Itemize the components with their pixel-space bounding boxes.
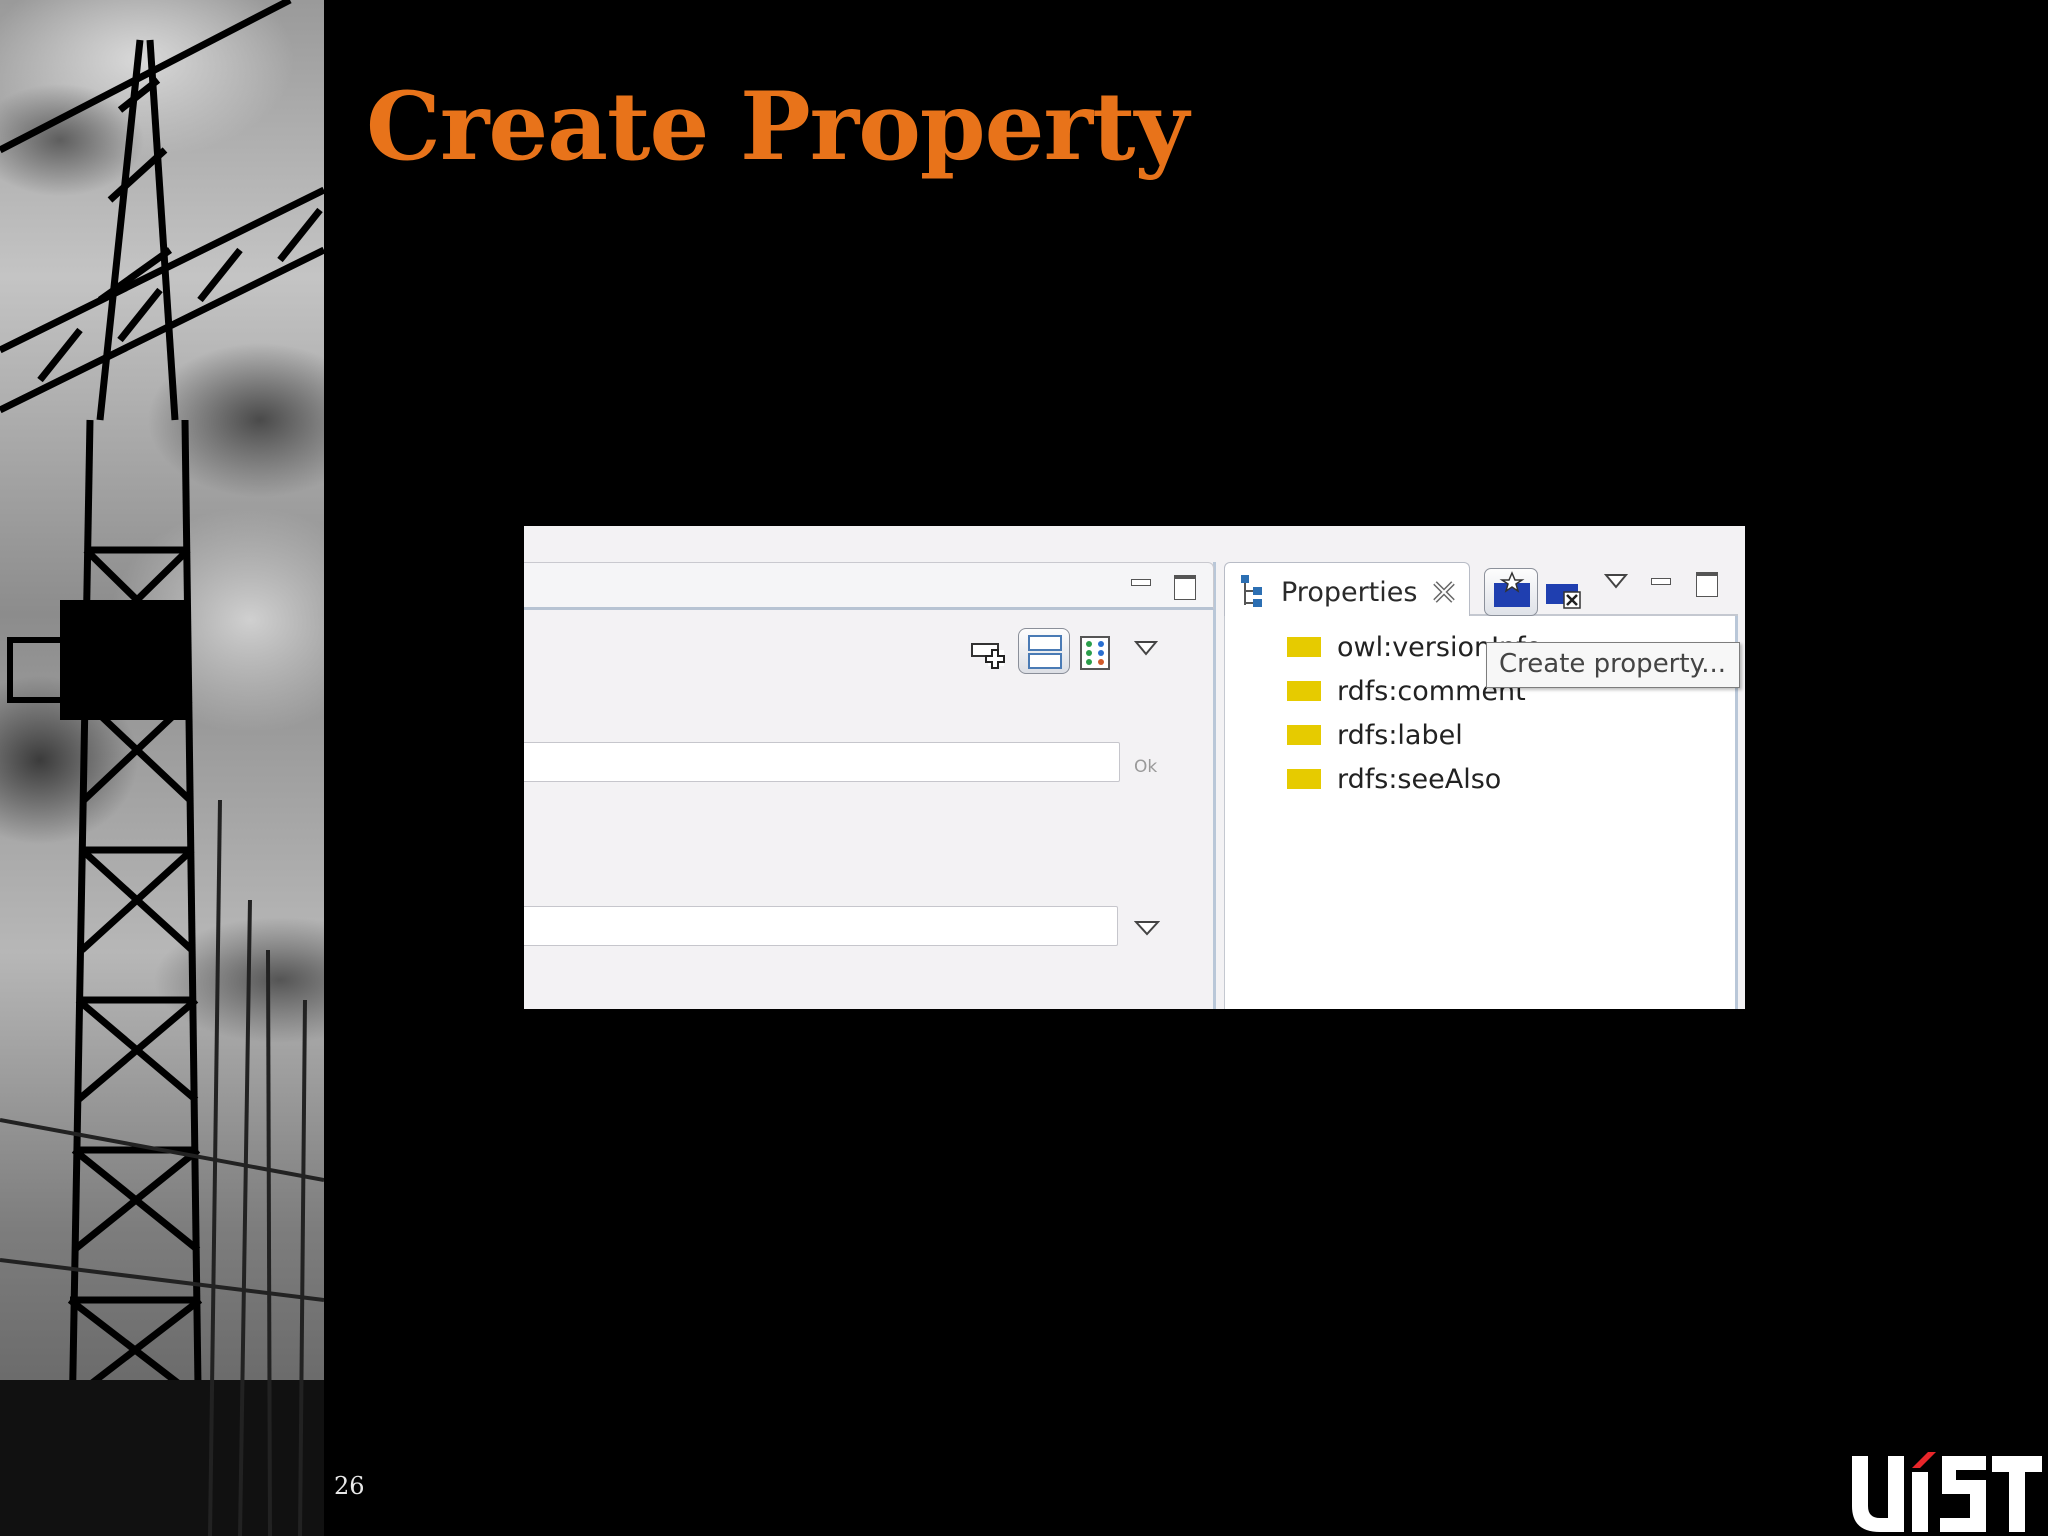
maximize-icon[interactable] <box>1694 570 1718 597</box>
layout-icon <box>1028 635 1062 669</box>
minimize-icon[interactable] <box>1128 569 1152 593</box>
view-menu-icon[interactable] <box>1133 638 1159 658</box>
create-property-icon <box>1494 571 1530 607</box>
logo-mark <box>1852 1452 2042 1532</box>
properties-tab-bar: Properties <box>1224 562 1738 618</box>
slide-title: Create Property <box>366 72 1189 182</box>
editor-toolbar <box>944 626 1204 676</box>
property-label: rdfs:label <box>1337 719 1463 751</box>
property-icon <box>1287 637 1321 657</box>
property-label: rdfs:seeAlso <box>1337 763 1502 795</box>
ok-hint[interactable]: Ok <box>1134 757 1157 777</box>
create-property-button[interactable] <box>1484 568 1538 616</box>
crane-photo <box>0 0 324 1536</box>
delete-property-button[interactable] <box>1544 576 1584 610</box>
dropdown-arrow-icon[interactable] <box>1133 918 1161 938</box>
close-icon[interactable] <box>1431 579 1457 605</box>
property-icon <box>1287 681 1321 701</box>
delete-property-icon <box>1546 584 1581 609</box>
screenshot-panel: Ok Properties owl:versionInfo rdfs:comme… <box>524 526 1745 1009</box>
list-item[interactable]: rdfs:seeAlso <box>1287 762 1501 796</box>
unist-logo <box>1846 1448 2046 1534</box>
property-icon <box>1287 769 1321 789</box>
maximize-icon[interactable] <box>1172 573 1196 600</box>
editor-header <box>524 562 1214 610</box>
property-icon <box>1287 725 1321 745</box>
crane-silhouette <box>0 0 324 1536</box>
properties-view: Properties owl:versionInfo rdfs:comment … <box>1224 562 1745 1009</box>
tree-icon <box>1239 573 1265 609</box>
palette-icon[interactable] <box>1080 636 1110 670</box>
add-row-icon[interactable] <box>970 636 1008 670</box>
view-menu-icon[interactable] <box>1603 572 1629 590</box>
text-input-field[interactable] <box>524 742 1120 782</box>
combo-input-field[interactable] <box>524 906 1118 946</box>
tab-properties-label: Properties <box>1281 577 1418 608</box>
minimize-icon[interactable] <box>1648 568 1672 592</box>
page-number: 26 <box>334 1472 365 1500</box>
tooltip: Create property... <box>1486 642 1740 688</box>
tab-properties[interactable]: Properties <box>1224 562 1470 618</box>
layout-toggle-button[interactable] <box>1018 628 1070 674</box>
list-item[interactable]: rdfs:label <box>1287 718 1463 752</box>
editor-view: Ok <box>524 562 1216 1009</box>
